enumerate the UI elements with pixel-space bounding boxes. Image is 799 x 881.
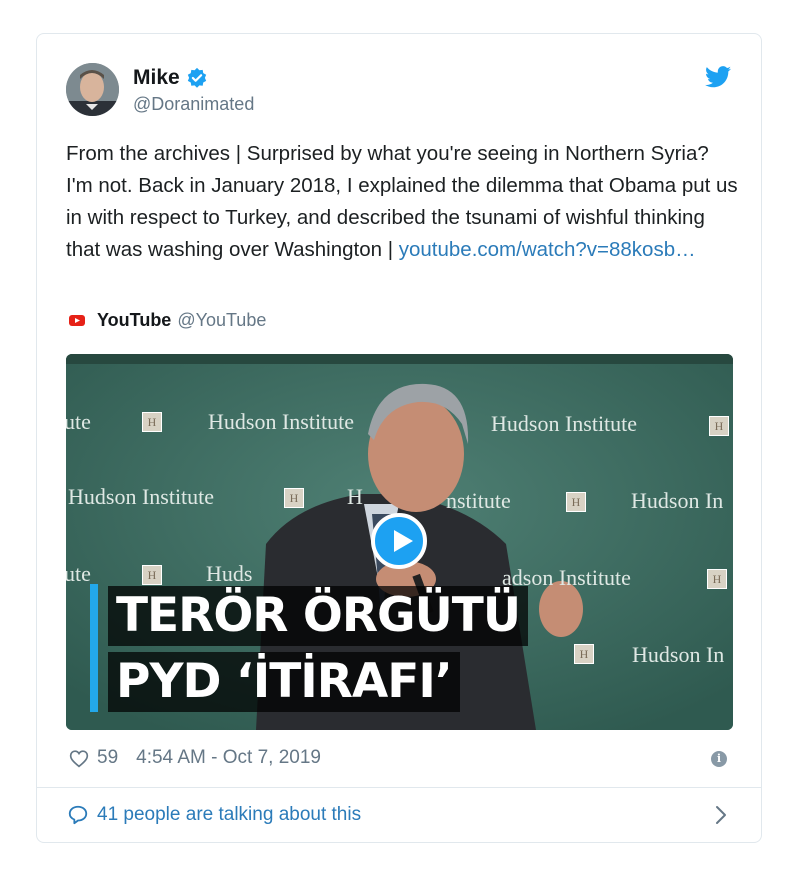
hudson-logo-mark: H [284, 488, 304, 508]
twitter-bird-icon[interactable] [705, 66, 731, 88]
watermark-text: Hudson In [631, 488, 724, 513]
info-icon[interactable]: i [711, 751, 727, 767]
divider [37, 787, 761, 788]
hudson-logo-mark: H [142, 412, 162, 432]
tweet-meta: 59 4:54 AM - Oct 7, 2019 [69, 747, 321, 769]
talking-about-link[interactable]: 41 people are talking about this [67, 804, 361, 826]
tweet-card: Mike @Doranimated From the archives | Su… [36, 33, 762, 843]
author-handle[interactable]: @Doranimated [133, 94, 254, 115]
author-name-row[interactable]: Mike [133, 66, 208, 90]
verified-badge-icon [187, 67, 206, 88]
watermark-text: ute [66, 409, 91, 434]
video-thumbnail[interactable]: ute H Hudson Institute Hudson Institute … [66, 354, 733, 730]
timestamp[interactable]: 4:54 AM - Oct 7, 2019 [136, 747, 321, 769]
watermark-text: Hudson Institute [491, 411, 638, 436]
watermark-text: nstitute [446, 488, 511, 513]
speech-bubble-icon [68, 805, 88, 825]
talking-label[interactable]: 41 people are talking about this [97, 804, 361, 826]
hudson-logo-mark: H [574, 644, 594, 664]
play-icon[interactable] [371, 513, 427, 569]
headline-accent-bar [90, 584, 98, 712]
hudson-logo-mark: H [709, 416, 729, 436]
author-name[interactable]: Mike [133, 66, 180, 90]
link-source-row[interactable]: YouTube @YouTube [69, 310, 266, 331]
headline-line-1: TERÖR ÖRGÜTÜ [108, 586, 528, 646]
heart-icon[interactable] [69, 749, 89, 768]
hudson-logo-mark: H [142, 565, 162, 585]
avatar[interactable] [66, 63, 119, 116]
tweet-text: From the archives | Surprised by what yo… [66, 138, 738, 266]
watermark-text: Huds [206, 561, 253, 586]
headline-line-2: PYD ‘İTİRAFI’ [108, 652, 460, 712]
watermark-text: ute [66, 561, 91, 586]
source-name[interactable]: YouTube [97, 310, 171, 331]
like-count[interactable]: 59 [97, 747, 118, 769]
chevron-right-icon[interactable] [715, 804, 727, 826]
watermark-text: H [347, 484, 363, 509]
tweet-link[interactable]: youtube.com/watch?v=88kosb… [399, 238, 696, 261]
watermark-text: Hudson In [632, 642, 725, 667]
hudson-logo-mark: H [566, 492, 586, 512]
watermark-text: Hudson Institute [208, 409, 355, 434]
hudson-logo-mark: H [707, 569, 727, 589]
source-handle[interactable]: @YouTube [177, 310, 266, 331]
watermark-text: Hudson Institute [68, 484, 215, 509]
youtube-logo-icon [69, 315, 85, 326]
